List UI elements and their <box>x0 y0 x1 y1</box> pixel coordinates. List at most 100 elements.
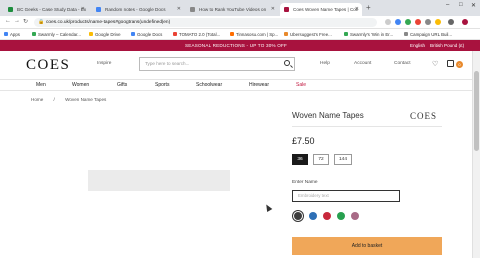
browser-tab[interactable]: How to Rank YouTube Videos on ✕ <box>186 3 278 16</box>
bookmark-item[interactable]: Tinnasosu.com | Sp... <box>230 29 278 40</box>
name-input[interactable]: Embroidery text <box>292 190 400 202</box>
basket-count-badge: 0 <box>456 61 463 68</box>
breadcrumb-current: Woven Name Tapes <box>65 97 107 102</box>
divider <box>292 126 442 127</box>
bookmark-item[interactable]: Campaign URL Buil... <box>404 29 452 40</box>
promo-message[interactable]: SEASONAL REDUCTIONS - UP TO 30% OFF <box>0 40 472 51</box>
close-icon[interactable]: ✕ <box>177 3 181 16</box>
search-icon[interactable] <box>284 60 290 66</box>
nav-item-sports[interactable]: Sports <box>155 80 169 90</box>
close-icon[interactable]: ✕ <box>355 3 359 16</box>
scrollbar-thumb[interactable] <box>474 71 479 151</box>
product-price: £7.50 <box>292 136 315 146</box>
currency-selector[interactable]: British Pound (£) <box>430 40 464 51</box>
nav-item-schoolwear[interactable]: Schoolwear <box>196 80 222 90</box>
nav-item-men[interactable]: Men <box>36 80 46 90</box>
mouse-cursor-icon <box>263 202 273 213</box>
docs-icon <box>131 32 135 36</box>
breadcrumb-separator: / <box>53 97 55 102</box>
address-bar-row: ← → ↻ 🔒 coes.co.uk/products/name-tapes#g… <box>0 16 480 29</box>
tab-title: BC Geeks - Case Study Data - Ex <box>17 7 87 12</box>
nav-item-gifts[interactable]: Gifts <box>117 80 127 90</box>
bookmark-icon <box>344 32 348 36</box>
lock-icon: 🔒 <box>38 19 45 25</box>
quantity-option-36[interactable]: 36 <box>292 154 308 165</box>
bookmark-item[interactable]: Swarmly's 'Win in Er... <box>344 29 393 40</box>
product-image-placeholder <box>88 170 230 191</box>
name-placeholder: Embroidery text <box>298 193 329 198</box>
extension-icon[interactable] <box>395 19 401 25</box>
bookmark-item[interactable]: Google Drive <box>89 29 121 40</box>
help-link[interactable]: Help <box>320 61 330 66</box>
site-header: COES Inspire Type here to search... Help… <box>0 51 472 79</box>
tab-title: How to Rank YouTube Videos on <box>199 7 267 12</box>
color-swatch-mauve[interactable] <box>351 212 359 220</box>
url-input[interactable]: 🔒 coes.co.uk/products/name-tapes#googtra… <box>34 18 377 27</box>
page-icon <box>190 7 195 12</box>
quantity-option-144[interactable]: 144 <box>334 154 352 165</box>
docs-icon <box>96 7 101 12</box>
extension-icon[interactable] <box>415 19 421 25</box>
breadcrumb: Home / Woven Name Tapes <box>31 97 115 102</box>
product-title: Woven Name Tapes <box>292 111 364 120</box>
color-swatch-black[interactable] <box>294 212 302 220</box>
bookmark-item[interactable]: Swarmly – Calendar... <box>32 29 81 40</box>
tab-title: Coes Woven Name Tapes | Coe <box>293 7 359 12</box>
nav-item-women[interactable]: Women <box>72 80 89 90</box>
url-text: coes.co.uk/products/name-tapes#googtrans… <box>46 20 171 25</box>
coes-favicon-icon <box>284 7 289 12</box>
brand-logo: COES <box>410 111 438 121</box>
sheets-icon <box>8 7 13 12</box>
bookmark-apps[interactable]: Apps <box>4 29 20 40</box>
apps-icon <box>4 32 8 36</box>
close-icon[interactable]: ✕ <box>81 3 85 16</box>
bookmark-icon <box>230 32 234 36</box>
minimize-icon[interactable]: – <box>446 2 449 8</box>
extension-icon[interactable] <box>435 19 441 25</box>
wishlist-heart-icon[interactable]: ♡ <box>432 60 438 68</box>
bookmark-icon <box>173 32 177 36</box>
color-swatch-green[interactable] <box>337 212 345 220</box>
browser-tab[interactable]: BC Geeks - Case Study Data - Ex ✕ <box>4 3 88 16</box>
bookmark-icon <box>404 32 408 36</box>
extension-icon[interactable] <box>405 19 411 25</box>
inspire-link[interactable]: Inspire <box>97 61 111 66</box>
site-logo[interactable]: COES <box>26 57 70 74</box>
basket-icon[interactable] <box>447 60 454 67</box>
profile-avatar[interactable] <box>448 19 454 25</box>
color-swatch-blue[interactable] <box>309 212 317 220</box>
breadcrumb-home[interactable]: Home <box>31 97 43 102</box>
scrollbar[interactable] <box>472 51 480 258</box>
enter-name-label: Enter Name <box>292 180 318 185</box>
nav-item-sale[interactable]: Sale <box>296 80 306 90</box>
add-to-basket-label: Add to basket <box>351 243 383 249</box>
nav-item-hirewear[interactable]: Hirewear <box>249 80 269 90</box>
close-window-icon[interactable]: ✕ <box>471 2 476 9</box>
bookmark-item[interactable]: TOMATO 2.0 (Total... <box>173 29 220 40</box>
search-input[interactable]: Type here to search... <box>139 57 295 71</box>
contact-link[interactable]: Contact <box>394 61 411 66</box>
star-icon[interactable] <box>385 19 391 25</box>
browser-tab-active[interactable]: Coes Woven Name Tapes | Coe ✕ <box>280 3 362 16</box>
close-icon[interactable]: ✕ <box>271 3 275 16</box>
color-swatch-red[interactable] <box>323 212 331 220</box>
back-icon[interactable]: ← <box>5 18 11 24</box>
reload-icon[interactable]: ↻ <box>23 18 28 25</box>
drive-icon <box>89 32 93 36</box>
new-tab-button[interactable]: + <box>366 3 371 12</box>
browser-tab[interactable]: Random notes - Google Docs ✕ <box>92 3 184 16</box>
maximize-icon[interactable]: □ <box>459 2 463 8</box>
bookmark-item[interactable]: Ubersuggest's Free... <box>284 29 332 40</box>
extension-icon[interactable] <box>425 19 431 25</box>
add-to-basket-button[interactable]: Add to basket <box>292 237 442 255</box>
menu-icon[interactable] <box>462 19 468 25</box>
bookmarks-bar: Apps Swarmly – Calendar... Google Drive … <box>0 29 480 40</box>
forward-icon[interactable]: → <box>14 18 20 24</box>
quantity-option-72[interactable]: 72 <box>313 154 329 165</box>
bookmark-icon <box>284 32 288 36</box>
tab-title: Random notes - Google Docs <box>105 7 166 12</box>
account-link[interactable]: Account <box>354 61 371 66</box>
language-selector[interactable]: English <box>410 40 425 51</box>
bookmark-icon <box>32 32 36 36</box>
bookmark-item[interactable]: Google Docs <box>131 29 162 40</box>
